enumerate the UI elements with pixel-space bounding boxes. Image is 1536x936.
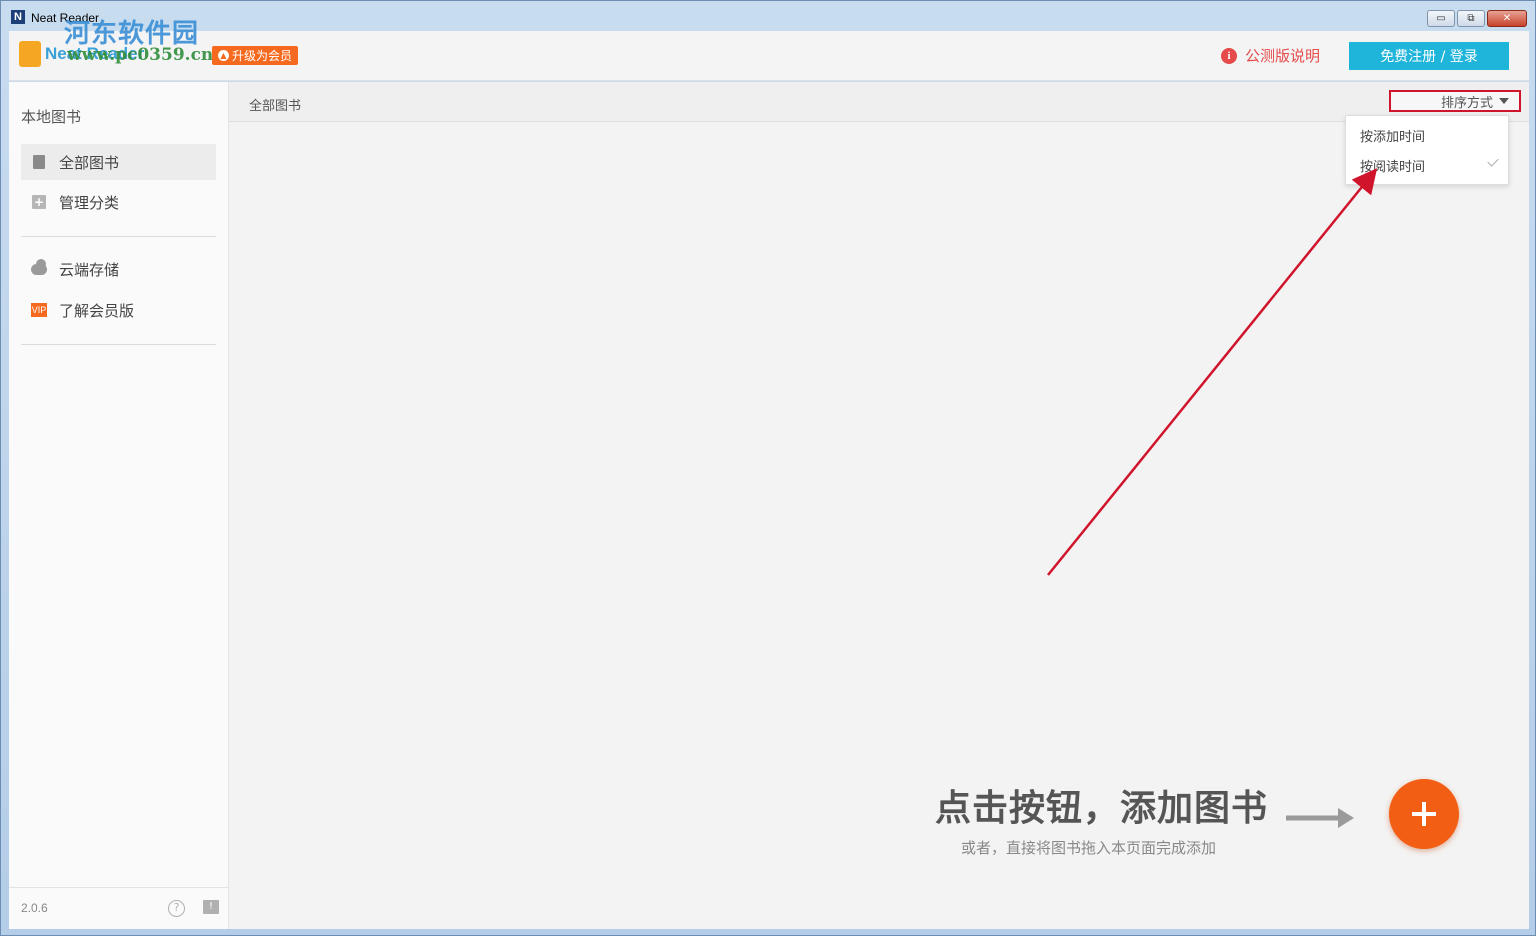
sidebar-item-cloud-storage[interactable]: 云端存储 — [21, 251, 216, 287]
sort-option-label: 按阅读时间 — [1360, 159, 1426, 175]
beta-notes-link[interactable]: i 公测版说明 — [1221, 45, 1320, 66]
sort-label: 排序方式 — [1440, 95, 1493, 111]
app-logo-icon: N — [11, 10, 25, 24]
sort-option-add-time[interactable]: 按添加时间 — [1346, 120, 1508, 150]
sidebar-item-manage-categories[interactable]: + 管理分类 — [21, 184, 216, 220]
arrow-up-icon: ▲ — [218, 50, 229, 61]
app-window: N Neat Reader ▭ ⧉ ✕ Neat Reader 河东软件园 ww… — [0, 0, 1536, 936]
sidebar-item-label: 了解会员版 — [59, 301, 135, 320]
breadcrumb: 全部图书 — [249, 99, 302, 114]
annotation-arrow — [1047, 168, 1378, 576]
caret-down-icon — [1499, 98, 1509, 104]
vip-icon: VIP — [31, 303, 47, 317]
arrow-right-icon — [1286, 808, 1354, 828]
sidebar-footer: 2.0.6 ? ! — [9, 887, 228, 929]
watermark-url: www.pc0359.cn — [67, 45, 214, 65]
feedback-icon[interactable]: ! — [203, 900, 219, 914]
title-bar[interactable]: N Neat Reader ▭ ⧉ ✕ — [1, 1, 1535, 31]
sort-option-label: 按添加时间 — [1360, 129, 1426, 145]
upgrade-label: 升级为会员 — [232, 49, 293, 63]
version-label: 2.0.6 — [21, 901, 48, 915]
close-button[interactable]: ✕ — [1487, 10, 1527, 27]
info-icon: i — [1221, 47, 1237, 64]
sidebar: 本地图书 全部图书 + 管理分类 云端存储 VIP 了解会员版 2.0.6 ? … — [9, 82, 229, 929]
check-icon — [1487, 155, 1499, 167]
register-login-button[interactable]: 免费注册 / 登录 — [1349, 42, 1509, 70]
minimize-button[interactable]: ▭ — [1427, 10, 1455, 27]
sidebar-item-label: 全部图书 — [59, 153, 120, 172]
sidebar-item-label: 云端存储 — [59, 260, 120, 279]
add-book-button[interactable] — [1389, 779, 1459, 849]
sidebar-divider — [21, 344, 216, 345]
sidebar-divider — [21, 236, 216, 237]
add-books-prompt-title: 点击按钮，添加图书 — [935, 788, 1269, 829]
plus-box-icon: + — [32, 195, 46, 209]
beta-label: 公测版说明 — [1245, 47, 1321, 65]
sort-dropdown-button[interactable]: 排序方式 — [1389, 90, 1521, 112]
upgrade-member-button[interactable]: ▲ 升级为会员 — [212, 46, 299, 65]
content-toolbar: 全部图书 排序方式 — [229, 82, 1529, 122]
sort-dropdown-menu: 按添加时间 按阅读时间 — [1345, 115, 1509, 185]
window-controls: ▭ ⧉ ✕ — [1427, 10, 1527, 27]
sidebar-heading: 本地图书 — [21, 108, 82, 126]
restore-button[interactable]: ⧉ — [1457, 10, 1485, 27]
add-books-prompt-subtitle: 或者，直接将图书拖入本页面完成添加 — [961, 839, 1217, 857]
main-content[interactable]: 全部图书 排序方式 按添加时间 按阅读时间 点击按钮，添加图书 或者，直接将图书… — [229, 82, 1529, 929]
help-icon[interactable]: ? — [168, 900, 185, 917]
cloud-icon — [31, 258, 47, 277]
sidebar-item-label: 管理分类 — [59, 193, 120, 212]
neat-reader-logo-icon — [19, 41, 41, 67]
app-header: Neat Reader 河东软件园 www.pc0359.cn ▲ 升级为会员 … — [9, 19, 1529, 81]
book-icon — [31, 154, 47, 170]
sidebar-item-all-books[interactable]: 全部图书 — [21, 144, 216, 180]
sidebar-item-vip-info[interactable]: VIP 了解会员版 — [21, 292, 216, 328]
plus-icon — [1412, 802, 1436, 826]
sort-option-read-time[interactable]: 按阅读时间 — [1346, 150, 1508, 180]
